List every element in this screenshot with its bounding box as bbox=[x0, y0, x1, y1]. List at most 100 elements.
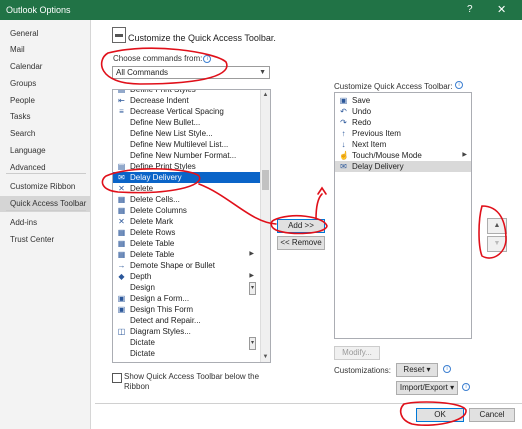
command-item[interactable]: ▦ Delete Table ▶ bbox=[113, 249, 260, 260]
annotation-line-add-up bbox=[315, 193, 323, 220]
commands-list[interactable]: Dictate Dictate ▾ ◫ Diagram Styles... Detect … bbox=[112, 89, 271, 363]
nav-separator bbox=[6, 173, 86, 174]
blank-icon bbox=[117, 129, 126, 138]
command-label: Define Print Styles bbox=[130, 162, 196, 171]
sidebar-item-customize-ribbon[interactable]: Customize Ribbon bbox=[0, 179, 90, 195]
chevron-down-icon: ▼ bbox=[259, 69, 266, 76]
blank-icon bbox=[117, 283, 126, 292]
command-item[interactable]: Define New Number Format... bbox=[113, 150, 260, 161]
command-label: Demote Shape or Bullet bbox=[130, 261, 215, 270]
command-item[interactable]: Detect and Repair... bbox=[113, 315, 260, 326]
toolbar-item-label: Delay Delivery bbox=[352, 162, 404, 171]
command-item[interactable]: ▤ Define Print Styles bbox=[113, 161, 260, 172]
command-item[interactable]: ◫ Diagram Styles... bbox=[113, 326, 260, 337]
command-item[interactable]: ▦ Delete Table bbox=[113, 238, 260, 249]
command-item[interactable]: ▤ Define Print Styles bbox=[113, 89, 260, 95]
cancel-button[interactable]: Cancel bbox=[469, 408, 515, 422]
commands-scrollbar[interactable]: ▲ ▼ bbox=[260, 90, 270, 362]
command-item[interactable]: Dictate bbox=[113, 348, 260, 359]
close-button[interactable]: ✕ bbox=[497, 3, 506, 16]
customize-info: i bbox=[454, 79, 464, 92]
delete-icon: ✕ bbox=[118, 184, 125, 193]
choose-commands-text: Choose commands from: bbox=[113, 54, 203, 63]
sidebar-item-general[interactable]: General bbox=[0, 26, 90, 42]
command-label: Define New Bullet... bbox=[130, 118, 201, 127]
command-item[interactable]: ▣ Design a Form... bbox=[113, 293, 260, 304]
remove-button[interactable]: << Remove bbox=[277, 236, 325, 250]
command-label: Depth bbox=[130, 272, 152, 281]
command-label: Diagram Styles... bbox=[130, 327, 191, 336]
title-bar: Outlook Options ? ✕ bbox=[0, 0, 522, 20]
command-label: Delete Mark bbox=[130, 217, 174, 226]
toolbar-item[interactable]: ↶ Undo bbox=[335, 106, 471, 117]
dropdown-arrow-icon: ▾ bbox=[248, 337, 256, 350]
scroll-up-icon[interactable]: ▲ bbox=[261, 90, 270, 100]
command-label: Design a Form... bbox=[130, 294, 190, 303]
command-item[interactable]: Design ▾ bbox=[113, 282, 260, 295]
command-item[interactable]: Define New List Style... bbox=[113, 128, 260, 139]
import-export-button[interactable]: Import/Export ▾ bbox=[396, 381, 458, 395]
import-export-info: i bbox=[461, 382, 470, 391]
modify-button[interactable]: Modify... bbox=[334, 346, 380, 360]
toolbar-item[interactable]: ☝ Touch/Mouse Mode ▶ bbox=[335, 150, 471, 161]
scroll-down-icon[interactable]: ▼ bbox=[261, 352, 270, 362]
ok-button[interactable]: OK bbox=[416, 408, 464, 422]
diagram-icon: ◫ bbox=[117, 327, 126, 336]
help-button[interactable]: ? bbox=[467, 4, 473, 15]
command-item[interactable]: ✉ Delay Delivery bbox=[113, 172, 260, 183]
toolbar-item[interactable]: ↑ Previous Item bbox=[335, 128, 471, 139]
scroll-thumb[interactable] bbox=[262, 170, 269, 190]
toolbar-item[interactable]: ↷ Redo bbox=[335, 117, 471, 128]
blank-icon bbox=[117, 118, 126, 127]
command-label: Define New Multilevel List... bbox=[130, 140, 229, 149]
sidebar-item-language[interactable]: Language bbox=[0, 143, 90, 159]
toolbar-items-list[interactable]: ▣ Save ↶ Undo ↷ Redo ↑ Previous Item ↓ Next Item ☝… bbox=[334, 92, 472, 339]
command-item[interactable]: Define New Bullet... bbox=[113, 117, 260, 128]
undo-icon: ↶ bbox=[340, 107, 347, 116]
sidebar-item-trust-center[interactable]: Trust Center bbox=[0, 232, 90, 248]
command-item[interactable]: ▣ Design This Form bbox=[113, 304, 260, 315]
move-down-button[interactable]: ▼ bbox=[487, 236, 507, 252]
show-below-label: Show Quick Access Toolbar below the Ribb… bbox=[124, 372, 260, 391]
sidebar-item-search[interactable]: Search bbox=[0, 126, 90, 142]
toolbar-item[interactable]: ✉ Delay Delivery bbox=[335, 161, 471, 172]
command-item[interactable]: Dictate ▾ bbox=[113, 337, 260, 350]
sidebar-item-calendar[interactable]: Calendar bbox=[0, 59, 90, 75]
command-item[interactable]: ≡ Decrease Vertical Spacing bbox=[113, 106, 260, 117]
printer-icon: ▤ bbox=[117, 89, 126, 94]
sidebar-item-tasks[interactable]: Tasks bbox=[0, 109, 90, 125]
clock-envelope-icon: ✉ bbox=[118, 173, 125, 182]
choose-commands-dropdown[interactable]: All Commands ▼ bbox=[112, 66, 270, 79]
add-button[interactable]: Add >> bbox=[277, 219, 325, 233]
sidebar-item-add-ins[interactable]: Add-ins bbox=[0, 215, 90, 231]
toolbar-item-label: Previous Item bbox=[352, 129, 401, 138]
blank-icon bbox=[117, 349, 126, 358]
toolbar-item[interactable]: ▣ Save bbox=[335, 95, 471, 106]
table-icon: ▦ bbox=[117, 195, 126, 204]
sidebar-item-groups[interactable]: Groups bbox=[0, 76, 90, 92]
outlook-options-window: Outlook Options ? ✕ General Mail Calendar G… bbox=[0, 0, 522, 429]
command-item[interactable]: ▦ Delete Cells... bbox=[113, 194, 260, 205]
arrow-down-icon: ↓ bbox=[341, 140, 346, 149]
dropdown-arrow-icon: ▾ bbox=[248, 282, 256, 295]
command-item[interactable]: ✕ Delete bbox=[113, 183, 260, 194]
toolbar-item[interactable]: ↓ Next Item bbox=[335, 139, 471, 150]
submenu-arrow-icon: ▶ bbox=[249, 251, 254, 257]
info-icon: i bbox=[443, 364, 451, 373]
show-below-checkbox[interactable] bbox=[112, 373, 122, 383]
reset-button[interactable]: Reset ▾ bbox=[396, 363, 438, 377]
command-item[interactable]: Define New Multilevel List... bbox=[113, 139, 260, 150]
command-item[interactable]: → Demote Shape or Bullet bbox=[113, 260, 260, 271]
mark-icon: ✕ bbox=[118, 217, 125, 226]
command-item[interactable]: ◆ Depth ▶ bbox=[113, 271, 260, 282]
command-item[interactable]: ▦ Delete Rows bbox=[113, 227, 260, 238]
sidebar-item-people[interactable]: People bbox=[0, 93, 90, 109]
command-item[interactable]: ▦ Delete Columns bbox=[113, 205, 260, 216]
sidebar-item-mail[interactable]: Mail bbox=[0, 42, 90, 58]
window-title: Outlook Options bbox=[6, 5, 71, 15]
command-item[interactable]: ✕ Delete Mark bbox=[113, 216, 260, 227]
move-up-button[interactable]: ▲ bbox=[487, 218, 507, 234]
command-label: Design bbox=[130, 283, 155, 292]
depth-icon: ◆ bbox=[118, 272, 125, 281]
command-item[interactable]: ⇤ Decrease Indent bbox=[113, 95, 260, 106]
